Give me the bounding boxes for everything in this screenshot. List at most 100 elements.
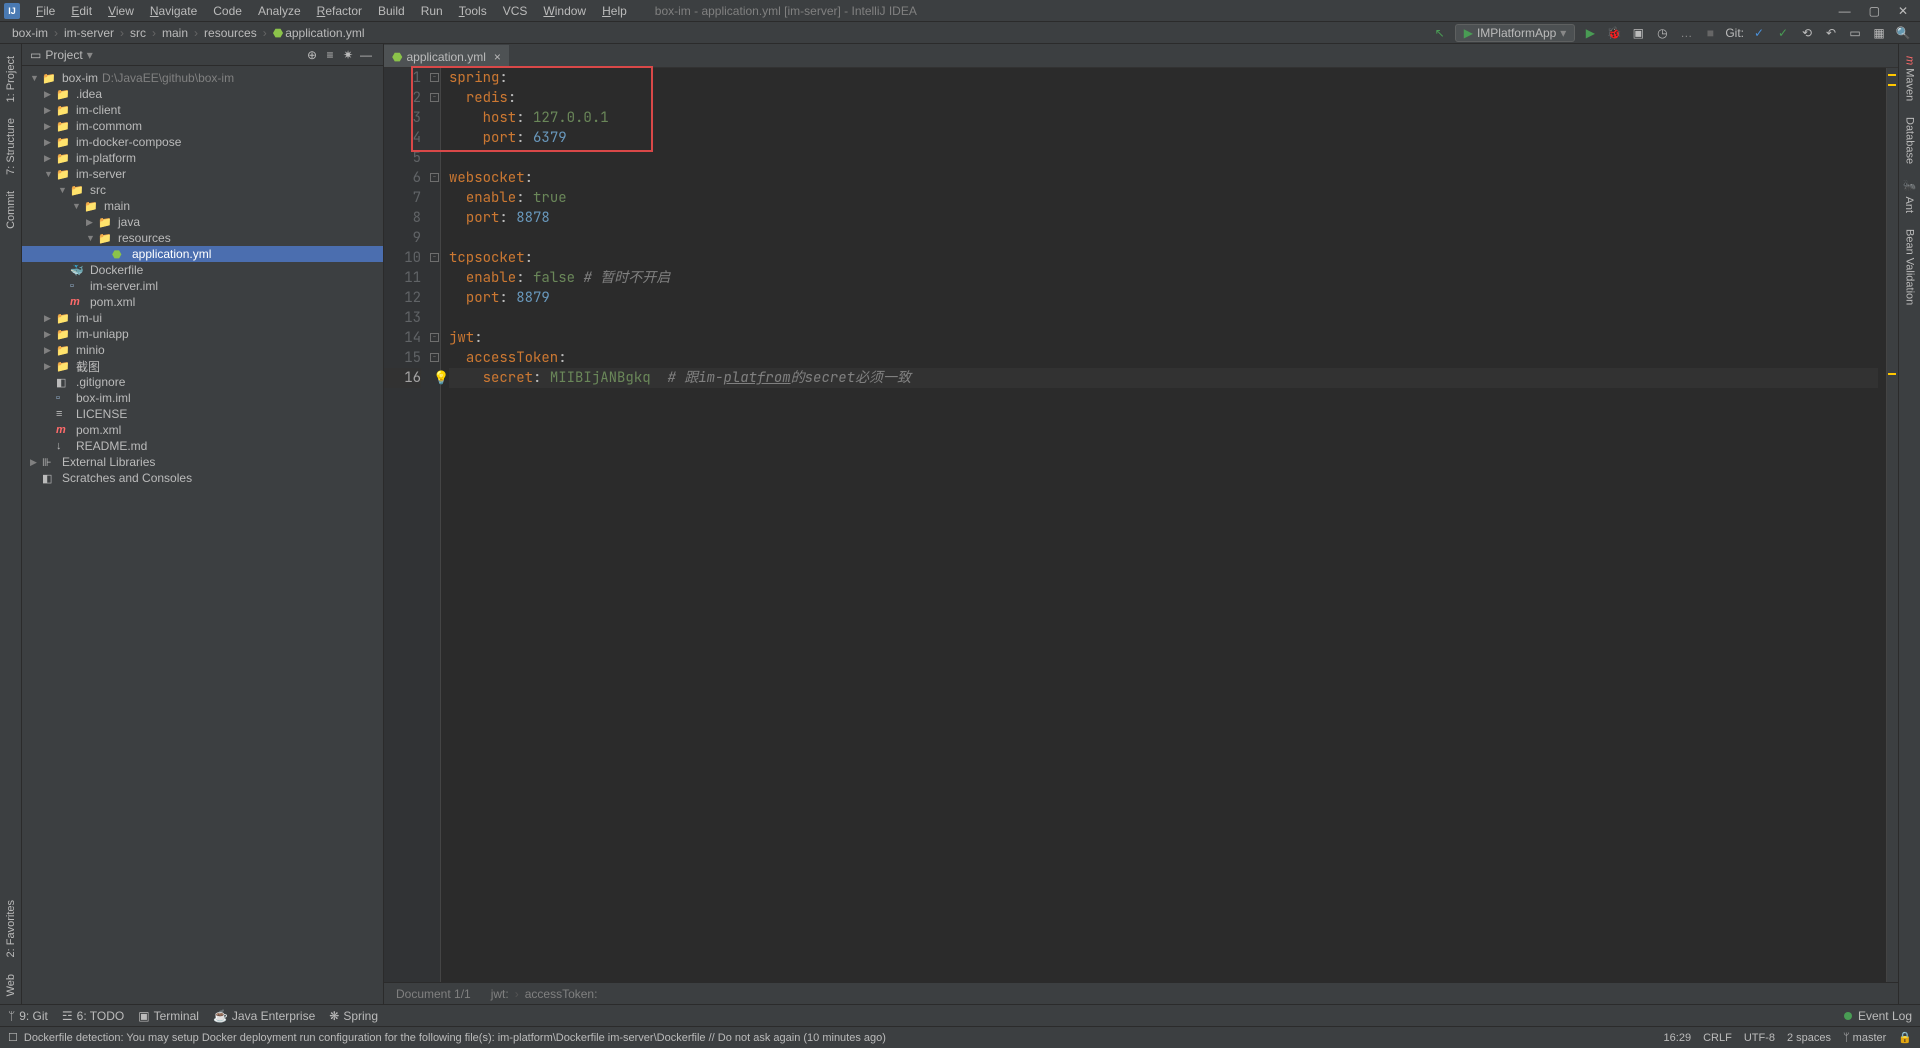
left-tab-web[interactable]: Web — [3, 966, 19, 1004]
hide-icon[interactable]: — — [357, 46, 375, 64]
tree-idea[interactable]: ▶📁.idea — [22, 86, 383, 102]
code-line[interactable]: accessToken: — [449, 348, 1878, 368]
tree-minio[interactable]: ▶📁minio — [22, 342, 383, 358]
error-stripe[interactable] — [1886, 68, 1898, 982]
menu-analyze[interactable]: Analyze — [250, 4, 309, 18]
bulb-icon[interactable]: 💡 — [433, 368, 449, 388]
tree-im-ui[interactable]: ▶📁im-ui — [22, 310, 383, 326]
menu-help[interactable]: Help — [594, 4, 635, 18]
tree-ext-libs[interactable]: ▶⊪External Libraries — [22, 454, 383, 470]
tree-readme[interactable]: ↓README.md — [22, 438, 383, 454]
code-line[interactable]: websocket: — [449, 168, 1878, 188]
tree-main[interactable]: ▼📁main — [22, 198, 383, 214]
menu-edit[interactable]: Edit — [63, 4, 100, 18]
tree-im-server-iml[interactable]: ▫im-server.iml — [22, 278, 383, 294]
attach-icon[interactable]: … — [1677, 24, 1695, 42]
right-tab-ant[interactable]: 🐜 Ant — [1901, 172, 1918, 221]
maximize-icon[interactable]: ▢ — [1869, 4, 1880, 18]
tree-im-server[interactable]: ▼📁im-server — [22, 166, 383, 182]
box2-icon[interactable]: ▦ — [1870, 24, 1888, 42]
run-icon[interactable]: ▶ — [1581, 24, 1599, 42]
code-line[interactable] — [449, 148, 1878, 168]
project-tree[interactable]: ▼📁box-imD:\JavaEE\github\box-im▶📁.idea▶📁… — [22, 66, 383, 1004]
coverage-icon[interactable]: ▣ — [1629, 24, 1647, 42]
code-line[interactable]: secret: MIIBIjANBgkq # 跟im-platfrom的secr… — [449, 368, 1878, 388]
tree-resources[interactable]: ▼📁resources — [22, 230, 383, 246]
btab-eventlog[interactable]: Event Log — [1844, 1009, 1912, 1023]
tree-im-commom[interactable]: ▶📁im-commom — [22, 118, 383, 134]
tab-close-icon[interactable]: × — [494, 50, 501, 64]
menu-file[interactable]: File — [28, 4, 63, 18]
tree-license[interactable]: ≡LICENSE — [22, 406, 383, 422]
tree-java[interactable]: ▶📁java — [22, 214, 383, 230]
lock-icon[interactable]: 🔒 — [1898, 1031, 1912, 1044]
back-icon[interactable]: ↖ — [1431, 24, 1449, 42]
tree-root[interactable]: ▼📁box-imD:\JavaEE\github\box-im — [22, 70, 383, 86]
crumb-5[interactable]: ⬣application.yml — [269, 26, 369, 40]
minimize-icon[interactable]: — — [1839, 4, 1851, 18]
tree-im-docker[interactable]: ▶📁im-docker-compose — [22, 134, 383, 150]
tree-gitignore[interactable]: ◧.gitignore — [22, 374, 383, 390]
right-tab-bean[interactable]: Bean Validation — [1902, 221, 1918, 313]
code-line[interactable]: host: 127.0.0.1 — [449, 108, 1878, 128]
search-icon[interactable]: 🔍 — [1894, 24, 1912, 42]
menu-navigate[interactable]: Navigate — [142, 4, 205, 18]
code-line[interactable]: port: 8878 — [449, 208, 1878, 228]
close-icon[interactable]: ✕ — [1898, 4, 1908, 18]
crumb-2[interactable]: src — [126, 26, 150, 40]
tree-application-yml[interactable]: ⬣application.yml — [22, 246, 383, 262]
expand-all-icon[interactable]: ≡ — [321, 46, 339, 64]
menu-tools[interactable]: Tools — [451, 4, 495, 18]
btab-terminal[interactable]: ▣ Terminal — [138, 1009, 199, 1023]
editor-tab-application[interactable]: ⬣ application.yml × — [384, 45, 509, 67]
box1-icon[interactable]: ▭ — [1846, 24, 1864, 42]
right-tab-maven[interactable]: m Maven — [1902, 48, 1918, 109]
code-line[interactable]: enable: true — [449, 188, 1878, 208]
fold-marker[interactable]: − — [430, 333, 439, 342]
status-branch[interactable]: ᛘ master — [1843, 1032, 1886, 1044]
tree-im-client[interactable]: ▶📁im-client — [22, 102, 383, 118]
code-line[interactable]: port: 6379 — [449, 128, 1878, 148]
left-tab-project[interactable]: 1: Project — [3, 48, 19, 110]
fold-gutter[interactable]: −−−−−− — [429, 68, 441, 982]
crumb-0[interactable]: box-im — [8, 26, 52, 40]
tree-dockerfile[interactable]: 🐳Dockerfile — [22, 262, 383, 278]
vcs-update-icon[interactable]: ✓ — [1750, 24, 1768, 42]
tree-im-platform[interactable]: ▶📁im-platform — [22, 150, 383, 166]
left-tab-structure[interactable]: 7: Structure — [3, 110, 19, 183]
fold-marker[interactable]: − — [430, 93, 439, 102]
btab-git[interactable]: ᛘ 9: Git — [8, 1009, 48, 1023]
btab-javaee[interactable]: ☕ Java Enterprise — [213, 1009, 315, 1023]
menu-run[interactable]: Run — [413, 4, 451, 18]
crumb-3[interactable]: main — [158, 26, 192, 40]
code-body[interactable]: 💡 spring: redis: host: 127.0.0.1 port: 6… — [441, 68, 1886, 982]
menu-vcs[interactable]: VCS — [495, 4, 536, 18]
left-tab-favorites[interactable]: 2: Favorites — [3, 892, 19, 965]
fold-marker[interactable]: − — [430, 253, 439, 262]
btab-spring[interactable]: ❋ Spring — [329, 1009, 378, 1023]
tree-src[interactable]: ▼📁src — [22, 182, 383, 198]
code-line[interactable]: redis: — [449, 88, 1878, 108]
stop-icon[interactable]: ■ — [1701, 24, 1719, 42]
status-lineending[interactable]: CRLF — [1703, 1032, 1732, 1044]
vcs-revert-icon[interactable]: ↶ — [1822, 24, 1840, 42]
menu-window[interactable]: Window — [535, 4, 594, 18]
code-line[interactable]: jwt: — [449, 328, 1878, 348]
tree-pom2[interactable]: mpom.xml — [22, 422, 383, 438]
menu-refactor[interactable]: Refactor — [309, 4, 370, 18]
run-config-selector[interactable]: ▶IMPlatformApp▾ — [1455, 24, 1576, 42]
tree-im-uniapp[interactable]: ▶📁im-uniapp — [22, 326, 383, 342]
right-tab-database[interactable]: Database — [1902, 109, 1918, 172]
status-pos[interactable]: 16:29 — [1664, 1032, 1692, 1044]
tree-pom1[interactable]: mpom.xml — [22, 294, 383, 310]
status-indent[interactable]: 2 spaces — [1787, 1032, 1831, 1044]
crumb-4[interactable]: resources — [200, 26, 261, 40]
debug-icon[interactable]: 🐞 — [1605, 24, 1623, 42]
code-line[interactable]: enable: false # 暂时不开启 — [449, 268, 1878, 288]
left-tab-commit[interactable]: Commit — [3, 183, 19, 237]
tree-box-im-iml[interactable]: ▫box-im.iml — [22, 390, 383, 406]
code-line[interactable]: port: 8879 — [449, 288, 1878, 308]
menu-code[interactable]: Code — [205, 4, 250, 18]
code-line[interactable]: spring: — [449, 68, 1878, 88]
fold-marker[interactable]: − — [430, 353, 439, 362]
